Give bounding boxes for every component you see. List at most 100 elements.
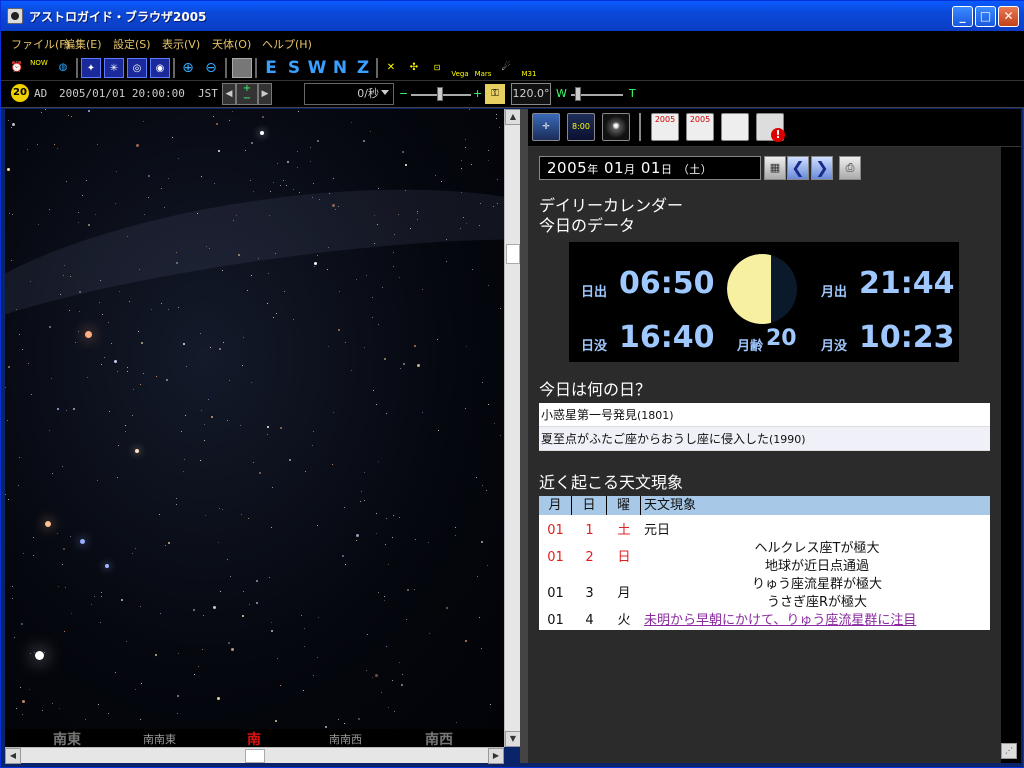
constellation-lines-icon[interactable]: ✦ xyxy=(81,58,101,78)
next-day-button[interactable]: ❯ xyxy=(811,156,833,180)
now-button[interactable]: NOW xyxy=(29,58,49,78)
fov-input[interactable]: 120.0° xyxy=(511,83,551,105)
star xyxy=(200,460,201,461)
lock-icon[interactable]: ⚿ xyxy=(485,84,505,104)
direction-east-button[interactable]: E xyxy=(261,58,281,78)
app-icon[interactable] xyxy=(7,8,23,24)
star xyxy=(109,411,110,412)
vertical-scroll-thumb[interactable] xyxy=(506,244,520,264)
star xyxy=(394,234,395,235)
star xyxy=(209,248,210,249)
clock-mode-icon[interactable]: 8:00 xyxy=(567,113,595,141)
star xyxy=(314,266,315,267)
star xyxy=(240,425,241,426)
star xyxy=(422,289,423,290)
constellation-names-icon[interactable]: ✳ xyxy=(104,58,124,78)
grid-icon[interactable]: ◎ xyxy=(127,58,147,78)
previous-day-button[interactable]: ❮ xyxy=(787,156,809,180)
print-icon[interactable]: ⎙ xyxy=(839,156,861,180)
star xyxy=(317,525,318,526)
star xyxy=(219,348,221,350)
title-bar[interactable]: アストロガイド・ブラウザ2005 _ □ ✕ xyxy=(1,1,1024,31)
scroll-right-button[interactable]: ▶ xyxy=(488,748,504,764)
time-forward-button[interactable]: ▶ xyxy=(258,83,272,105)
globe-icon[interactable]: ◍ xyxy=(53,58,73,78)
chevron-down-icon[interactable] xyxy=(381,90,389,95)
menu-file[interactable]: ファイル(F) xyxy=(11,36,70,52)
zoom-out-icon[interactable]: ⊖ xyxy=(201,58,221,78)
calendar-2005-icon[interactable]: 2005 xyxy=(651,113,679,141)
calendar-telescope-icon[interactable]: 2005 xyxy=(686,113,714,141)
scroll-up-button[interactable]: ▲ xyxy=(505,109,521,125)
star xyxy=(446,261,447,262)
minimize-button[interactable]: _ xyxy=(952,6,973,27)
menu-view[interactable]: 表示(V) xyxy=(162,36,200,52)
star xyxy=(378,188,379,189)
events-table-header: 月 日 曜 天文現象 xyxy=(539,496,990,516)
vega-button[interactable]: Vega xyxy=(450,58,470,78)
sky-view[interactable] xyxy=(5,109,504,729)
star xyxy=(398,214,399,215)
star xyxy=(41,112,42,113)
menu-object[interactable]: 天体(O) xyxy=(212,36,251,52)
info-panel-scrollbar[interactable]: ⋰ xyxy=(1001,147,1017,763)
galaxy-icon[interactable]: ✺ xyxy=(602,113,630,141)
horizontal-scroll-thumb[interactable] xyxy=(245,749,265,763)
direction-north-button[interactable]: N xyxy=(330,58,350,78)
close-button[interactable]: ✕ xyxy=(998,6,1019,27)
zoom-slider-thumb[interactable] xyxy=(575,87,581,101)
star xyxy=(490,704,491,705)
calendar-button[interactable]: ▦ xyxy=(764,156,786,180)
time-step-spinner[interactable]: + − xyxy=(236,83,258,105)
comet-icon[interactable]: ☄ xyxy=(496,58,516,78)
alert-icon[interactable] xyxy=(756,113,785,142)
cross-icon[interactable]: ✕ xyxy=(381,58,401,78)
planet-calendar-icon[interactable] xyxy=(721,113,749,141)
ecliptic-icon[interactable]: ◉ xyxy=(150,58,170,78)
direction-south-button[interactable]: S xyxy=(284,58,304,78)
star xyxy=(393,252,394,253)
star xyxy=(12,123,15,126)
mars-button[interactable]: Mars xyxy=(473,58,493,78)
menu-help[interactable]: ヘルプ(H) xyxy=(262,36,312,52)
zoom-in-icon[interactable]: ⊕ xyxy=(178,58,198,78)
star xyxy=(374,243,375,244)
menu-settings[interactable]: 設定(S) xyxy=(113,36,151,52)
maximize-button[interactable]: □ xyxy=(975,6,996,27)
scroll-left-button[interactable]: ◀ xyxy=(5,748,21,764)
pane-splitter[interactable] xyxy=(520,109,528,763)
direction-west-button[interactable]: W xyxy=(307,58,327,78)
star xyxy=(267,426,269,428)
speed-slider-thumb[interactable] xyxy=(437,87,443,101)
sunset-time: 16:40 xyxy=(619,320,715,355)
era-badge[interactable]: 20 xyxy=(11,84,29,102)
window-icon[interactable] xyxy=(232,58,252,78)
datetime-display[interactable]: 2005/01/01 20:00:00 xyxy=(59,87,185,100)
star xyxy=(267,303,268,304)
event-link[interactable]: 未明から早朝にかけて、りゅう座流星群に注目 xyxy=(641,612,990,630)
m31-button[interactable]: M31 xyxy=(519,58,539,78)
era-label: AD xyxy=(34,87,48,100)
star xyxy=(49,209,50,210)
star xyxy=(216,123,218,125)
bright-star xyxy=(260,131,264,135)
target-icon[interactable]: ✣ xyxy=(404,58,424,78)
star xyxy=(338,329,340,331)
scroll-down-button[interactable]: ▼ xyxy=(505,731,521,747)
scroll-resize-grip[interactable]: ⋰ xyxy=(1001,743,1017,759)
sky-vertical-scrollbar[interactable]: ▲ ▼ xyxy=(504,109,521,747)
star xyxy=(372,297,373,298)
menu-edit[interactable]: 編集(E) xyxy=(64,36,102,52)
bright-star xyxy=(135,449,139,453)
bright-star xyxy=(45,521,51,527)
star xyxy=(143,121,144,122)
sky-horizontal-scrollbar[interactable]: ◀ ▶ xyxy=(5,747,504,764)
clock-icon[interactable]: ⏰ xyxy=(7,58,27,78)
sky-mode-icon[interactable]: ✛ xyxy=(532,113,560,141)
star xyxy=(366,670,367,671)
star xyxy=(238,254,240,256)
star xyxy=(71,116,72,117)
planet-icon[interactable]: ⊡ xyxy=(427,58,447,78)
direction-zenith-button[interactable]: Z xyxy=(353,58,373,78)
time-back-button[interactable]: ◀ xyxy=(222,83,236,105)
